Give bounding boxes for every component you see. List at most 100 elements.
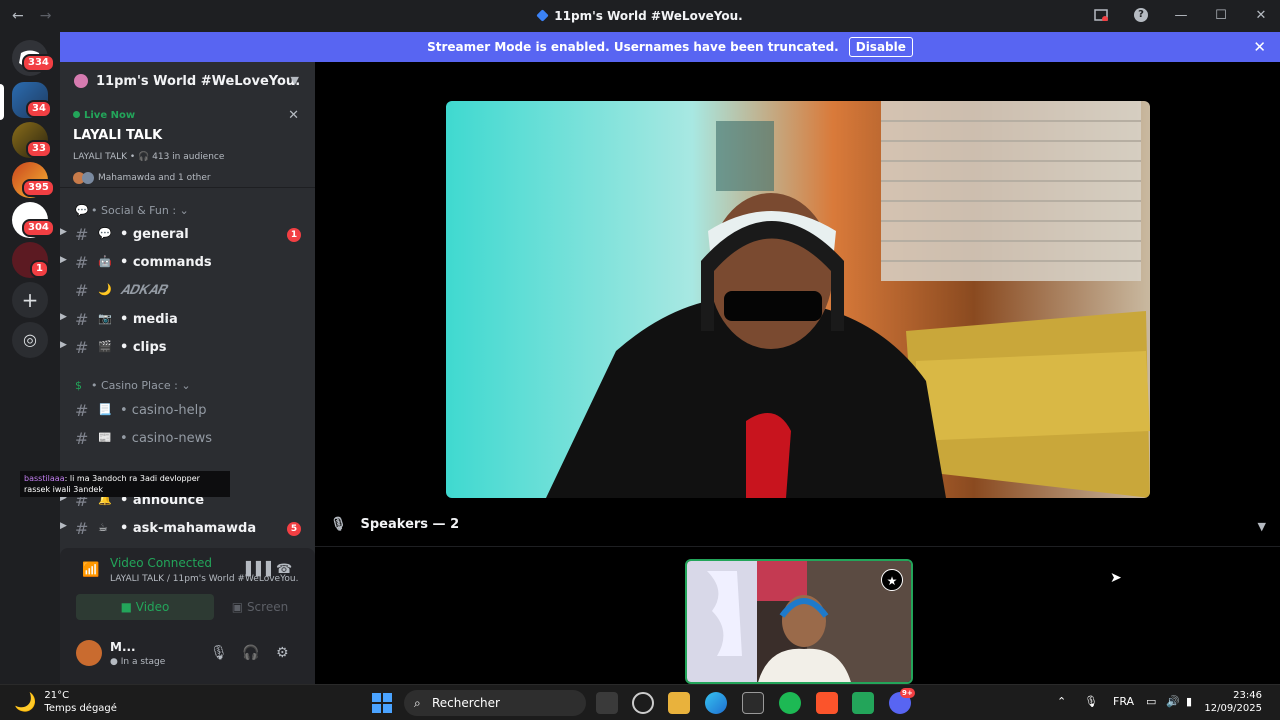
server-name: 11pm's World #WeLoveYou. (96, 73, 301, 89)
channel-casino-help[interactable]: # 📃 • casino-help (60, 398, 315, 424)
signal-icon[interactable]: 📶 (82, 562, 99, 578)
voice-connection-panel: 📶 Video Connected LAYALI TALK / 11pm's W… (60, 548, 315, 628)
network-icon[interactable]: ▭ (1146, 695, 1156, 708)
windows-start-icon[interactable] (371, 692, 393, 714)
close-window-icon[interactable]: ✕ (1252, 6, 1270, 24)
hash-icon: # (75, 429, 89, 448)
soundboard-icon[interactable]: ▌▌▌ (246, 562, 276, 577)
channel-casino-news[interactable]: # 📰 • casino-news (60, 426, 315, 452)
channel-emoji: 📰 (98, 431, 112, 444)
maximize-icon[interactable]: ☐ (1212, 6, 1230, 24)
category-social[interactable]: 💬 • Social & Fun : ⌄ (75, 204, 189, 217)
channel-label: • casino-help (120, 403, 207, 418)
microphone-icon[interactable]: 🎙 (210, 645, 228, 661)
channel-emoji: 🎬 (98, 340, 112, 353)
channel-label: • clips (120, 340, 167, 355)
channel-clips[interactable]: ▶ # 🎬 • clips (60, 335, 315, 361)
moderator-star-icon: ★ (881, 569, 903, 591)
dollar-icon: $ (75, 379, 82, 392)
spotify-icon[interactable] (779, 692, 801, 714)
category-label: Casino Place : (101, 379, 178, 392)
hash-icon: # (75, 281, 89, 300)
live-stage-card[interactable]: Live Now ✕ LAYALI TALK LAYALI TALK • 🎧 4… (60, 100, 315, 188)
taskbar: 🌙 21°C Temps dégagé ⌕ Rechercher 9+ ⌃ 🎙 … (0, 684, 1280, 720)
hash-icon: # (75, 519, 89, 538)
channel-emoji: 📃 (98, 403, 112, 416)
temperature: 21°C (44, 690, 70, 701)
collapse-arrow-icon: ▶ (60, 340, 67, 350)
discover-icon[interactable]: ◎ (12, 322, 48, 358)
store-icon[interactable] (742, 692, 764, 714)
battery-icon[interactable]: ▮ (1186, 695, 1192, 708)
channel-adkar[interactable]: # 🌙 𝑨𝑫𝑲𝑨𝑹 (60, 278, 315, 304)
minimize-icon[interactable]: — (1172, 6, 1190, 24)
speakers-header: 🎙 Speakers — 2 (330, 517, 459, 532)
video-button[interactable]: ■ Video (76, 594, 214, 620)
help-icon[interactable]: ? (1132, 6, 1150, 24)
channel-media[interactable]: ▶ # 📷 • media (60, 307, 315, 333)
channel-emoji: 📷 (98, 312, 112, 325)
clock[interactable]: 23:46 12/09/2025 (1204, 689, 1262, 715)
channel-label: • general (120, 227, 189, 242)
avatar[interactable] (76, 640, 102, 666)
headphones-icon[interactable]: 🎧 (242, 645, 259, 661)
file-explorer-icon[interactable] (668, 692, 690, 714)
search-label: Rechercher (432, 696, 500, 710)
microphone-icon[interactable]: 🎙 (1084, 695, 1098, 708)
stage-users: Mahamawda and 1 other (73, 172, 211, 184)
add-server-icon[interactable]: + (12, 282, 48, 318)
channel-label: • media (120, 312, 178, 327)
window-title: 11pm's World #WeLoveYou. (0, 9, 1280, 23)
disable-button[interactable]: Disable (848, 37, 913, 57)
speaker-tile[interactable]: ★ (685, 559, 913, 684)
username[interactable]: M... (110, 640, 136, 654)
chevron-down-icon[interactable]: ▼ (291, 74, 299, 87)
weather-widget[interactable]: 🌙 21°C Temps dégagé (14, 689, 117, 715)
task-view-icon[interactable] (596, 692, 618, 714)
screen-button-label: Screen (246, 600, 289, 614)
disconnect-icon[interactable]: ☎ (276, 562, 292, 577)
hash-icon: # (75, 401, 89, 420)
app-icon[interactable] (852, 692, 874, 714)
moon-icon: 🌙 (14, 691, 37, 713)
show-hidden-icon[interactable]: ⌃ (1057, 695, 1066, 708)
title-bar: ← → 11pm's World #WeLoveYou. ? — ☐ ✕ (0, 0, 1280, 32)
avatar (82, 172, 94, 184)
user-status: ● In a stage (110, 657, 166, 667)
edge-icon[interactable] (705, 692, 727, 714)
volume-icon[interactable]: 🔊 (1166, 695, 1180, 708)
divider (315, 546, 1280, 547)
user-panel: M... ● In a stage 🎙 🎧 ⚙ (60, 628, 315, 684)
channel-commands[interactable]: ▶ # 🤖 • commands (60, 250, 315, 276)
channel-emoji: 💬 (98, 227, 112, 240)
stage-meta: LAYALI TALK • 🎧 413 in audience (73, 152, 225, 162)
main-video-feed[interactable] (446, 101, 1150, 498)
microphone-icon: 🎙 (330, 517, 347, 532)
channel-ask-mahamawda[interactable]: ▶ # ☕ • ask-mahamawda 5 (60, 516, 315, 542)
settings-gear-icon[interactable]: ⚙ (276, 645, 289, 661)
user-status-text: In a stage (120, 657, 166, 667)
server-header[interactable]: 11pm's World #WeLoveYou. ▼ (60, 62, 315, 100)
category-casino[interactable]: $ • Casino Place : ⌄ (75, 379, 191, 392)
hash-icon: # (75, 310, 89, 329)
chevron-down-icon[interactable]: ▼ (1258, 520, 1266, 533)
channel-general[interactable]: ▶ # 💬 • general 1 (60, 222, 315, 248)
collapse-arrow-icon: ▶ (60, 521, 67, 531)
taskbar-search[interactable]: ⌕ Rechercher (404, 690, 586, 716)
obs-icon[interactable] (632, 692, 654, 714)
inbox-icon[interactable] (1092, 6, 1110, 24)
brave-icon[interactable] (816, 692, 838, 714)
screen-share-button[interactable]: ▣ Screen (220, 594, 300, 620)
channel-emoji: ☕ (98, 521, 108, 534)
language-indicator[interactable]: FRA (1113, 695, 1134, 708)
stage-view: 🎙 Speakers — 2 ▼ ★ ➤ (315, 62, 1280, 684)
collapse-arrow-icon: ▶ (60, 255, 67, 265)
close-banner-icon[interactable]: ✕ (1253, 38, 1266, 56)
server-emblem-icon (74, 74, 88, 88)
channel-label: 𝑨𝑫𝑲𝑨𝑹 (120, 283, 167, 298)
dm-badge: 334 (22, 54, 55, 72)
close-live-icon[interactable]: ✕ (288, 108, 299, 123)
stage-name: LAYALI TALK (73, 128, 163, 143)
mention-badge: 5 (287, 522, 301, 536)
server-icon (536, 9, 550, 22)
